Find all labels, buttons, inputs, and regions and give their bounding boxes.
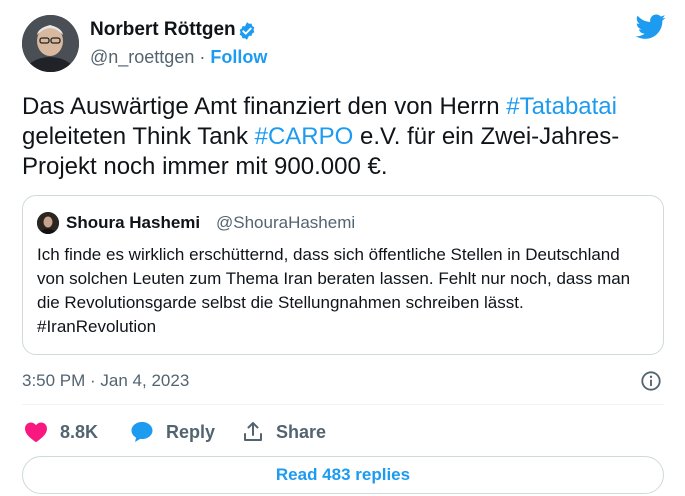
divider	[22, 404, 664, 405]
info-icon[interactable]	[640, 370, 662, 392]
share-label: Share	[276, 421, 327, 442]
share-button[interactable]: Share	[242, 420, 326, 444]
tweet-timestamp[interactable]: 3:50 PM · Jan 4, 2023	[22, 371, 189, 391]
hashtag-link[interactable]: #Tatabatai	[506, 93, 617, 120]
author-handle[interactable]: @n_roettgen	[90, 47, 194, 67]
twitter-bird-icon[interactable]	[636, 14, 666, 40]
tweet-text: Das Auswärtige Amt finanziert den von He…	[22, 92, 662, 182]
reply-button[interactable]: Reply	[130, 420, 215, 444]
hashtag-link[interactable]: #CARPO	[255, 123, 354, 150]
quoted-author-avatar[interactable]	[37, 212, 59, 234]
reply-bubble-icon	[131, 422, 153, 442]
reply-label: Reply	[166, 421, 216, 442]
like-count: 8.8K	[60, 421, 99, 442]
heart-icon	[25, 422, 47, 443]
tweet-text-part: Das Auswärtige Amt finanziert den von He…	[22, 93, 507, 120]
verified-badge-icon	[239, 22, 255, 40]
read-replies-button[interactable]: Read 483 replies	[22, 456, 664, 494]
author-handle-line: @n_roettgen · Follow	[90, 47, 267, 68]
author-avatar[interactable]	[22, 15, 79, 72]
quoted-tweet-text: Ich finde es wirklich erschütternd, dass…	[37, 245, 631, 336]
quoted-author-name[interactable]: Shoura Hashemi	[66, 213, 200, 233]
share-icon	[244, 422, 262, 441]
follow-button[interactable]: Follow	[210, 47, 267, 67]
tweet-text-part: geleiteten Think Tank	[22, 123, 255, 150]
read-replies-label: Read 483 replies	[275, 465, 411, 484]
author-name[interactable]: Norbert Röttgen	[90, 19, 236, 41]
quoted-author-handle[interactable]: @ShouraHashemi	[216, 213, 355, 233]
handle-separator: ·	[194, 47, 211, 67]
like-button[interactable]: 8.8K	[24, 420, 98, 444]
